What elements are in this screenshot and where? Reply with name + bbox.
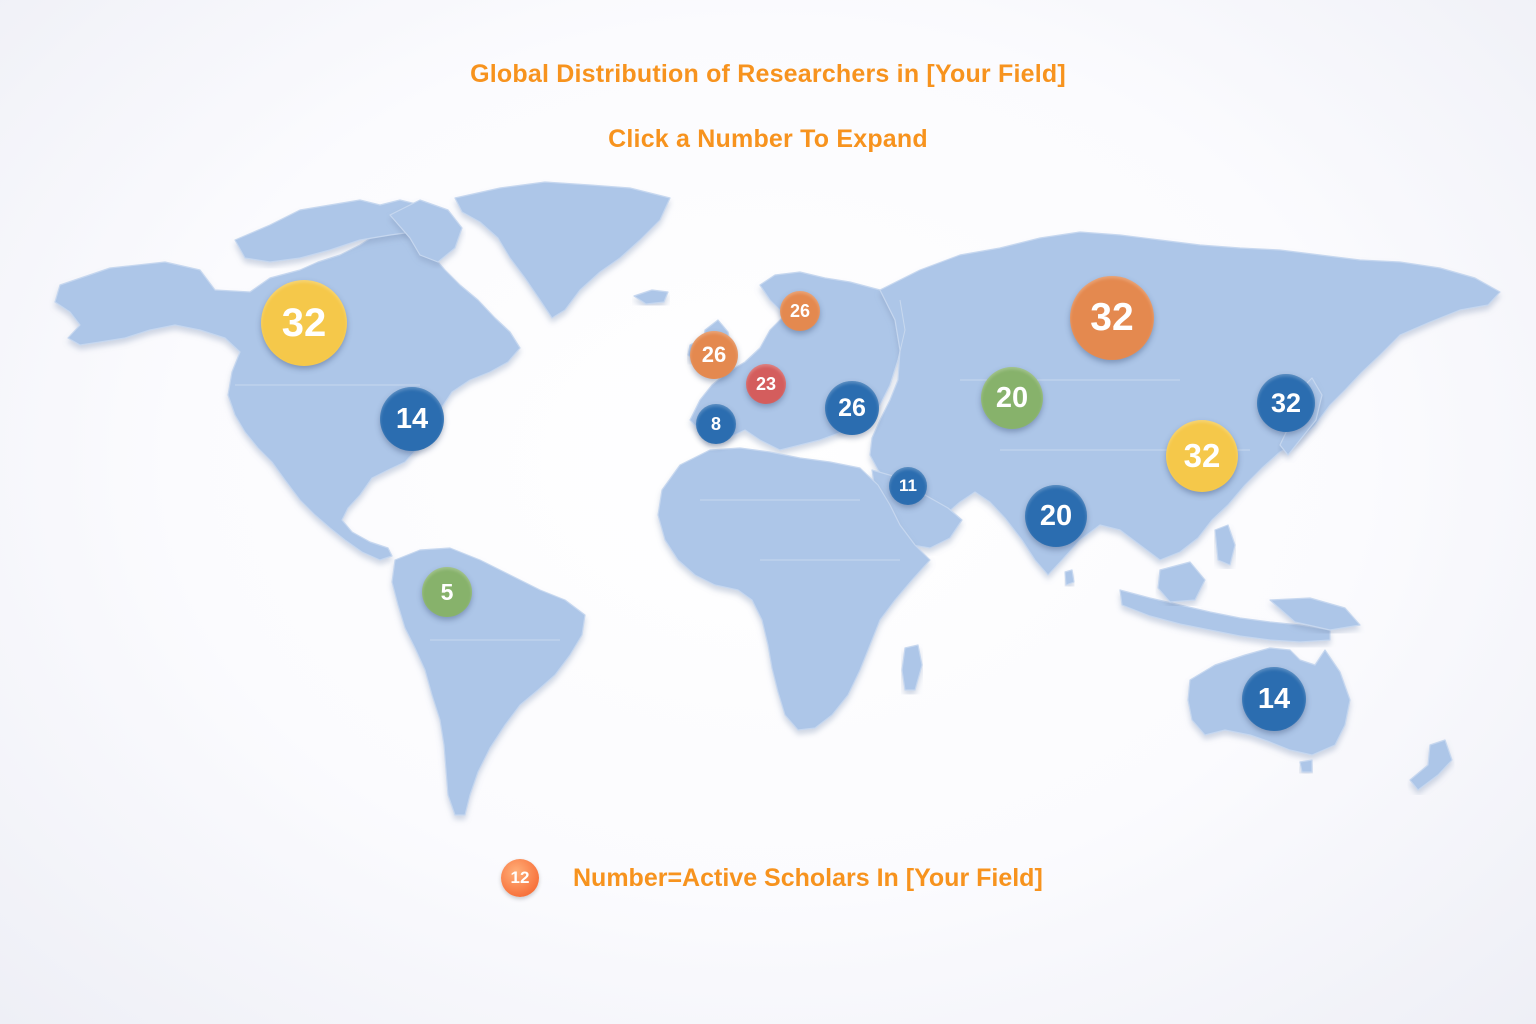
legend: 12 Number=Active Scholars In [Your Field… (501, 859, 1043, 897)
legend-sample-marker: 12 (501, 859, 539, 897)
marker-australia[interactable]: 14 (1242, 667, 1306, 731)
marker-china-east[interactable]: 32 (1166, 420, 1238, 492)
marker-usa-east[interactable]: 14 (380, 387, 444, 451)
marker-central-europe[interactable]: 23 (746, 364, 786, 404)
marker-colombia[interactable]: 5 (422, 567, 472, 617)
sri-lanka (1064, 569, 1075, 586)
marker-scandinavia[interactable]: 26 (780, 291, 820, 331)
legend-label: Number=Active Scholars In [Your Field] (573, 863, 1043, 892)
marker-turkey[interactable]: 26 (825, 381, 879, 435)
marker-canada[interactable]: 32 (261, 280, 347, 366)
marker-middle-east[interactable]: 11 (889, 467, 927, 505)
north-america (54, 229, 521, 561)
madagascar (901, 644, 923, 691)
borneo (1157, 561, 1206, 603)
new-zealand (1409, 739, 1453, 791)
marker-spain[interactable]: 8 (696, 404, 736, 444)
tasmania (1299, 759, 1313, 773)
iceland (633, 289, 669, 305)
marker-central-asia[interactable]: 20 (981, 367, 1043, 429)
south-america (391, 547, 586, 816)
marker-russia[interactable]: 32 (1070, 276, 1154, 360)
asia (869, 231, 1501, 576)
marker-uk[interactable]: 26 (690, 331, 738, 379)
philippines (1214, 524, 1236, 566)
marker-japan-korea[interactable]: 32 (1257, 374, 1315, 432)
marker-india[interactable]: 20 (1025, 485, 1087, 547)
